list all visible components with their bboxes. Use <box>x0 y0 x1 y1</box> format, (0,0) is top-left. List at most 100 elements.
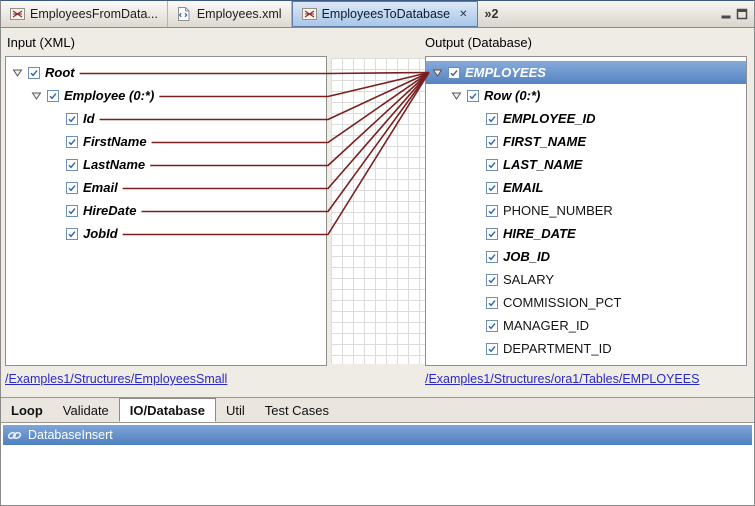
element-icon <box>66 113 79 125</box>
tree-item-label: FIRST_NAME <box>503 134 586 149</box>
element-icon <box>66 159 79 171</box>
element-icon <box>486 159 499 171</box>
tree-item-hire-date[interactable]: HIRE_DATE <box>426 222 746 245</box>
input-xml-tree: Root Employee (0:*) Id FirstName LastName Ema… <box>5 56 327 366</box>
tree-item-label: EMPLOYEES <box>465 65 546 80</box>
tree-item-label: Email <box>83 180 118 195</box>
bottom-tab-bar: Loop Validate IO/Database Util Test Cases <box>1 398 754 423</box>
minimize-view-button[interactable] <box>720 8 732 20</box>
mapping-area: Input (XML) Output (Database) RootEmploy… <box>1 28 754 397</box>
editor-tab-employees-xml[interactable]: Employees.xml <box>168 1 292 27</box>
editor-tab-2[interactable]: »2 <box>478 1 506 27</box>
tree-item-employee-0[interactable]: Employee (0:*) <box>6 84 326 107</box>
tree-item-label: HIRE_DATE <box>503 226 576 241</box>
tree-item-label: PHONE_NUMBER <box>503 203 613 218</box>
expander-open-icon[interactable] <box>12 68 28 78</box>
tree-item-employee-id[interactable]: EMPLOYEE_ID <box>426 107 746 130</box>
tree-item-commission-pct[interactable]: COMMISSION_PCT <box>426 291 746 314</box>
function-section: Loop Validate IO/Database Util Test Cases Da… <box>1 397 754 506</box>
tree-item-lastname[interactable]: LastName <box>6 153 326 176</box>
bottom-tab-loop[interactable]: Loop <box>1 398 53 422</box>
element-icon <box>486 228 499 240</box>
tree-item-label: Employee (0:*) <box>64 88 154 103</box>
bottom-tab-validate[interactable]: Validate <box>53 398 119 422</box>
tree-item-email[interactable]: Email <box>6 176 326 199</box>
tree-item-job-id[interactable]: JOB_ID <box>426 245 746 268</box>
mapping-editor-window: EmployeesFromData... Employees.xml Employe… <box>0 0 755 506</box>
window-controls <box>714 1 754 27</box>
element-icon <box>486 113 499 125</box>
tree-item-email[interactable]: EMAIL <box>426 176 746 199</box>
database-insert-row[interactable]: DatabaseInsert <box>3 425 752 445</box>
link-chain-icon <box>7 430 22 441</box>
tree-item-label: MANAGER_ID <box>503 318 589 333</box>
tree-item-manager-id[interactable]: MANAGER_ID <box>426 314 746 337</box>
expander-open-icon[interactable] <box>432 68 448 78</box>
tab-label: EmployeesFromData... <box>30 7 158 21</box>
tree-item-salary[interactable]: SALARY <box>426 268 746 291</box>
close-tab-icon[interactable]: ✕ <box>459 9 467 20</box>
tree-item-label: JobId <box>83 226 118 241</box>
tree-item-label: COMMISSION_PCT <box>503 295 621 310</box>
tree-item-firstname[interactable]: FirstName <box>6 130 326 153</box>
tree-item-label: Row (0:*) <box>484 88 540 103</box>
bottom-tab-util[interactable]: Util <box>216 398 255 422</box>
tree-item-label: SALARY <box>503 272 554 287</box>
tree-item-label: Id <box>83 111 95 126</box>
tab-label: IO/Database <box>130 403 205 418</box>
output-structure-link[interactable]: /Examples1/Structures/ora1/Tables/EMPLOY… <box>425 372 699 386</box>
output-database-tree: EMPLOYEES Row (0:*) EMPLOYEE_ID FIRST_NAME L… <box>425 56 747 366</box>
tree-item-label: LAST_NAME <box>503 157 582 172</box>
editor-tab-employeestodatabase[interactable]: EmployeesToDatabase ✕ <box>292 1 478 27</box>
tree-item-label: JOB_ID <box>503 249 550 264</box>
tab-label: Loop <box>11 403 43 418</box>
maximize-view-button[interactable] <box>736 8 748 20</box>
tree-item-first-name[interactable]: FIRST_NAME <box>426 130 746 153</box>
input-structure-link[interactable]: /Examples1/Structures/EmployeesSmall <box>5 372 227 386</box>
tree-item-jobid[interactable]: JobId <box>6 222 326 245</box>
xml-file-icon <box>177 7 192 21</box>
element-icon <box>28 67 41 79</box>
mapping-canvas[interactable] <box>331 58 425 364</box>
tree-item-id[interactable]: Id <box>6 107 326 130</box>
tree-item-row-0[interactable]: Row (0:*) <box>426 84 746 107</box>
tab-label: Test Cases <box>265 403 329 418</box>
expander-open-icon[interactable] <box>451 91 467 101</box>
tree-item-employees[interactable]: EMPLOYEES <box>426 61 746 84</box>
tree-item-label: EMAIL <box>503 180 543 195</box>
tab-label: Validate <box>63 403 109 418</box>
element-icon <box>448 67 461 79</box>
tree-item-label: EMPLOYEE_ID <box>503 111 595 126</box>
output-panel-title: Output (Database) <box>425 35 532 50</box>
function-item-label: DatabaseInsert <box>28 428 113 442</box>
tree-item-label: LastName <box>83 157 145 172</box>
element-icon <box>66 136 79 148</box>
tree-item-label: HireDate <box>83 203 136 218</box>
tree-item-label: Root <box>45 65 75 80</box>
element-icon <box>486 251 499 263</box>
expander-open-icon[interactable] <box>31 91 47 101</box>
tab-label: EmployeesToDatabase <box>322 7 451 21</box>
tab-label: Util <box>226 403 245 418</box>
tree-item-hiredate[interactable]: HireDate <box>6 199 326 222</box>
bottom-tab-test-cases[interactable]: Test Cases <box>255 398 339 422</box>
map-file-icon <box>302 7 317 21</box>
element-icon <box>486 320 499 332</box>
element-icon <box>66 205 79 217</box>
tree-item-last-name[interactable]: LAST_NAME <box>426 153 746 176</box>
tree-item-root[interactable]: Root <box>6 61 326 84</box>
element-icon <box>47 90 60 102</box>
tree-item-phone-number[interactable]: PHONE_NUMBER <box>426 199 746 222</box>
function-list: DatabaseInsert <box>1 425 754 506</box>
element-icon <box>486 274 499 286</box>
element-icon <box>66 182 79 194</box>
tab-label: Employees.xml <box>197 7 282 21</box>
editor-tab-bar: EmployeesFromData... Employees.xml Employe… <box>1 1 754 28</box>
element-icon <box>486 297 499 309</box>
tree-item-department-id[interactable]: DEPARTMENT_ID <box>426 337 746 360</box>
editor-tab-employeesfromdata[interactable]: EmployeesFromData... <box>1 1 168 27</box>
map-file-icon <box>10 7 25 21</box>
element-icon <box>467 90 480 102</box>
bottom-tab-io-database[interactable]: IO/Database <box>119 398 216 422</box>
tree-item-label: FirstName <box>83 134 147 149</box>
